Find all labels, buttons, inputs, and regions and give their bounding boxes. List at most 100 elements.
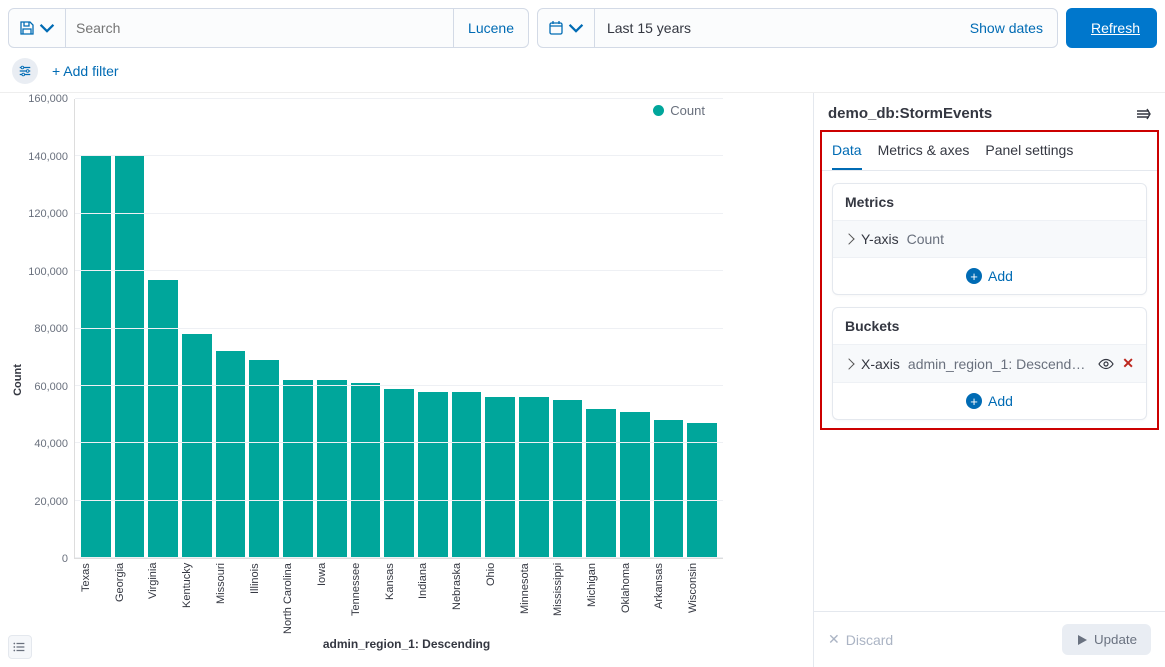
add-metric-button[interactable]: + Add [833,257,1146,294]
x-tick: Iowa [316,563,346,639]
list-icon [13,640,27,654]
add-bucket-button[interactable]: + Add [833,382,1146,419]
gridline [75,500,723,501]
bar[interactable] [620,412,650,558]
x-tick: Arkansas [653,563,683,639]
x-tick: Texas [80,563,110,639]
bar[interactable] [317,380,347,558]
save-icon [19,20,35,36]
x-tick: Minnesota [519,563,549,639]
plus-circle-icon: + [966,393,982,409]
gridline [75,442,723,443]
plus-circle-icon: + [966,268,982,284]
bar[interactable] [553,400,583,558]
y-tick: 60,000 [10,381,68,393]
gridline [75,98,723,99]
bar[interactable] [115,156,145,558]
data-config-box: Data Metrics & axes Panel settings Metri… [820,130,1159,430]
discard-button[interactable]: ✕ Discard [828,624,893,655]
legend-toggle-button[interactable] [8,635,32,659]
chevron-right-icon [843,233,854,244]
bucket-row-value: admin_region_1: Descend… [908,356,1090,372]
chevron-down-icon [39,20,55,36]
y-tick: 140,000 [10,151,68,163]
gridline [75,270,723,271]
bar[interactable] [687,423,717,558]
x-tick: Wisconsin [687,563,717,639]
bar[interactable] [283,380,313,558]
bar[interactable] [654,420,684,558]
gridline [75,213,723,214]
bar[interactable] [148,280,178,558]
x-tick: Tennessee [350,563,380,639]
chart-area: Count Count 020,00040,00060,00080,000100… [0,93,813,667]
buckets-panel: Buckets X-axis admin_region_1: Descend… … [832,307,1147,420]
tab-panel-settings[interactable]: Panel settings [985,132,1073,170]
y-tick: 0 [10,553,68,565]
bar[interactable] [182,334,212,558]
x-tick: Kentucky [181,563,211,639]
bucket-row-label: X-axis [861,356,900,372]
eye-icon[interactable] [1098,356,1114,372]
chevron-right-icon [843,358,854,369]
search-input[interactable] [66,20,453,36]
x-tick: Kansas [384,563,414,639]
x-tick: Michigan [586,563,616,639]
bar[interactable] [384,389,414,558]
gridline [75,155,723,156]
bar[interactable] [351,383,381,558]
buckets-heading: Buckets [833,308,1146,344]
show-dates-link[interactable]: Show dates [956,9,1057,47]
x-axis-label: admin_region_1: Descending [10,637,803,651]
filter-settings-icon [18,64,32,78]
bar[interactable] [418,392,448,558]
bar[interactable] [249,360,279,558]
date-range-text[interactable]: Last 15 years [595,9,956,47]
metrics-heading: Metrics [833,184,1146,220]
update-button[interactable]: Update [1062,624,1151,655]
remove-bucket-icon[interactable]: ✕ [1122,355,1134,372]
x-tick: Illinois [249,563,279,639]
refresh-label: Refresh [1091,20,1140,36]
x-tick: Nebraska [451,563,481,639]
date-quick-menu[interactable] [538,9,595,47]
y-tick: 20,000 [10,496,68,508]
metric-row-value: Count [907,231,944,247]
bar[interactable] [81,156,111,558]
query-language-switch[interactable]: Lucene [453,9,528,47]
bar[interactable] [216,351,246,558]
add-filter-link[interactable]: + Add filter [52,63,119,79]
calendar-icon [548,20,564,36]
discard-label: Discard [846,632,893,648]
y-tick: 80,000 [10,323,68,335]
metric-row-yaxis[interactable]: Y-axis Count [833,220,1146,257]
tab-metrics-axes[interactable]: Metrics & axes [878,132,970,170]
saved-query-menu[interactable] [9,9,66,47]
y-tick: 160,000 [10,93,68,105]
filter-settings-button[interactable] [12,58,38,84]
collapse-panel-icon[interactable] [1135,106,1151,122]
y-tick: 120,000 [10,208,68,220]
gridline [75,328,723,329]
add-bucket-label: Add [988,393,1013,409]
bar[interactable] [452,392,482,558]
close-icon: ✕ [828,631,840,648]
gridline [75,385,723,386]
refresh-button[interactable]: Refresh [1066,8,1157,48]
bar[interactable] [485,397,515,558]
play-icon [1076,634,1088,646]
tab-data[interactable]: Data [832,132,862,170]
chevron-down-icon [568,20,584,36]
add-metric-label: Add [988,268,1013,284]
bar[interactable] [586,409,616,558]
y-axis: 020,00040,00060,00080,000100,000120,0001… [10,99,74,559]
gridline [75,557,723,558]
side-title: demo_db:StormEvents [828,105,992,122]
bucket-row-xaxis[interactable]: X-axis admin_region_1: Descend… ✕ [833,344,1146,382]
plot-region [74,99,723,559]
x-tick: North Carolina [282,563,312,639]
y-tick: 40,000 [10,438,68,450]
update-label: Update [1094,632,1137,647]
y-tick: 100,000 [10,266,68,278]
bar[interactable] [519,397,549,558]
